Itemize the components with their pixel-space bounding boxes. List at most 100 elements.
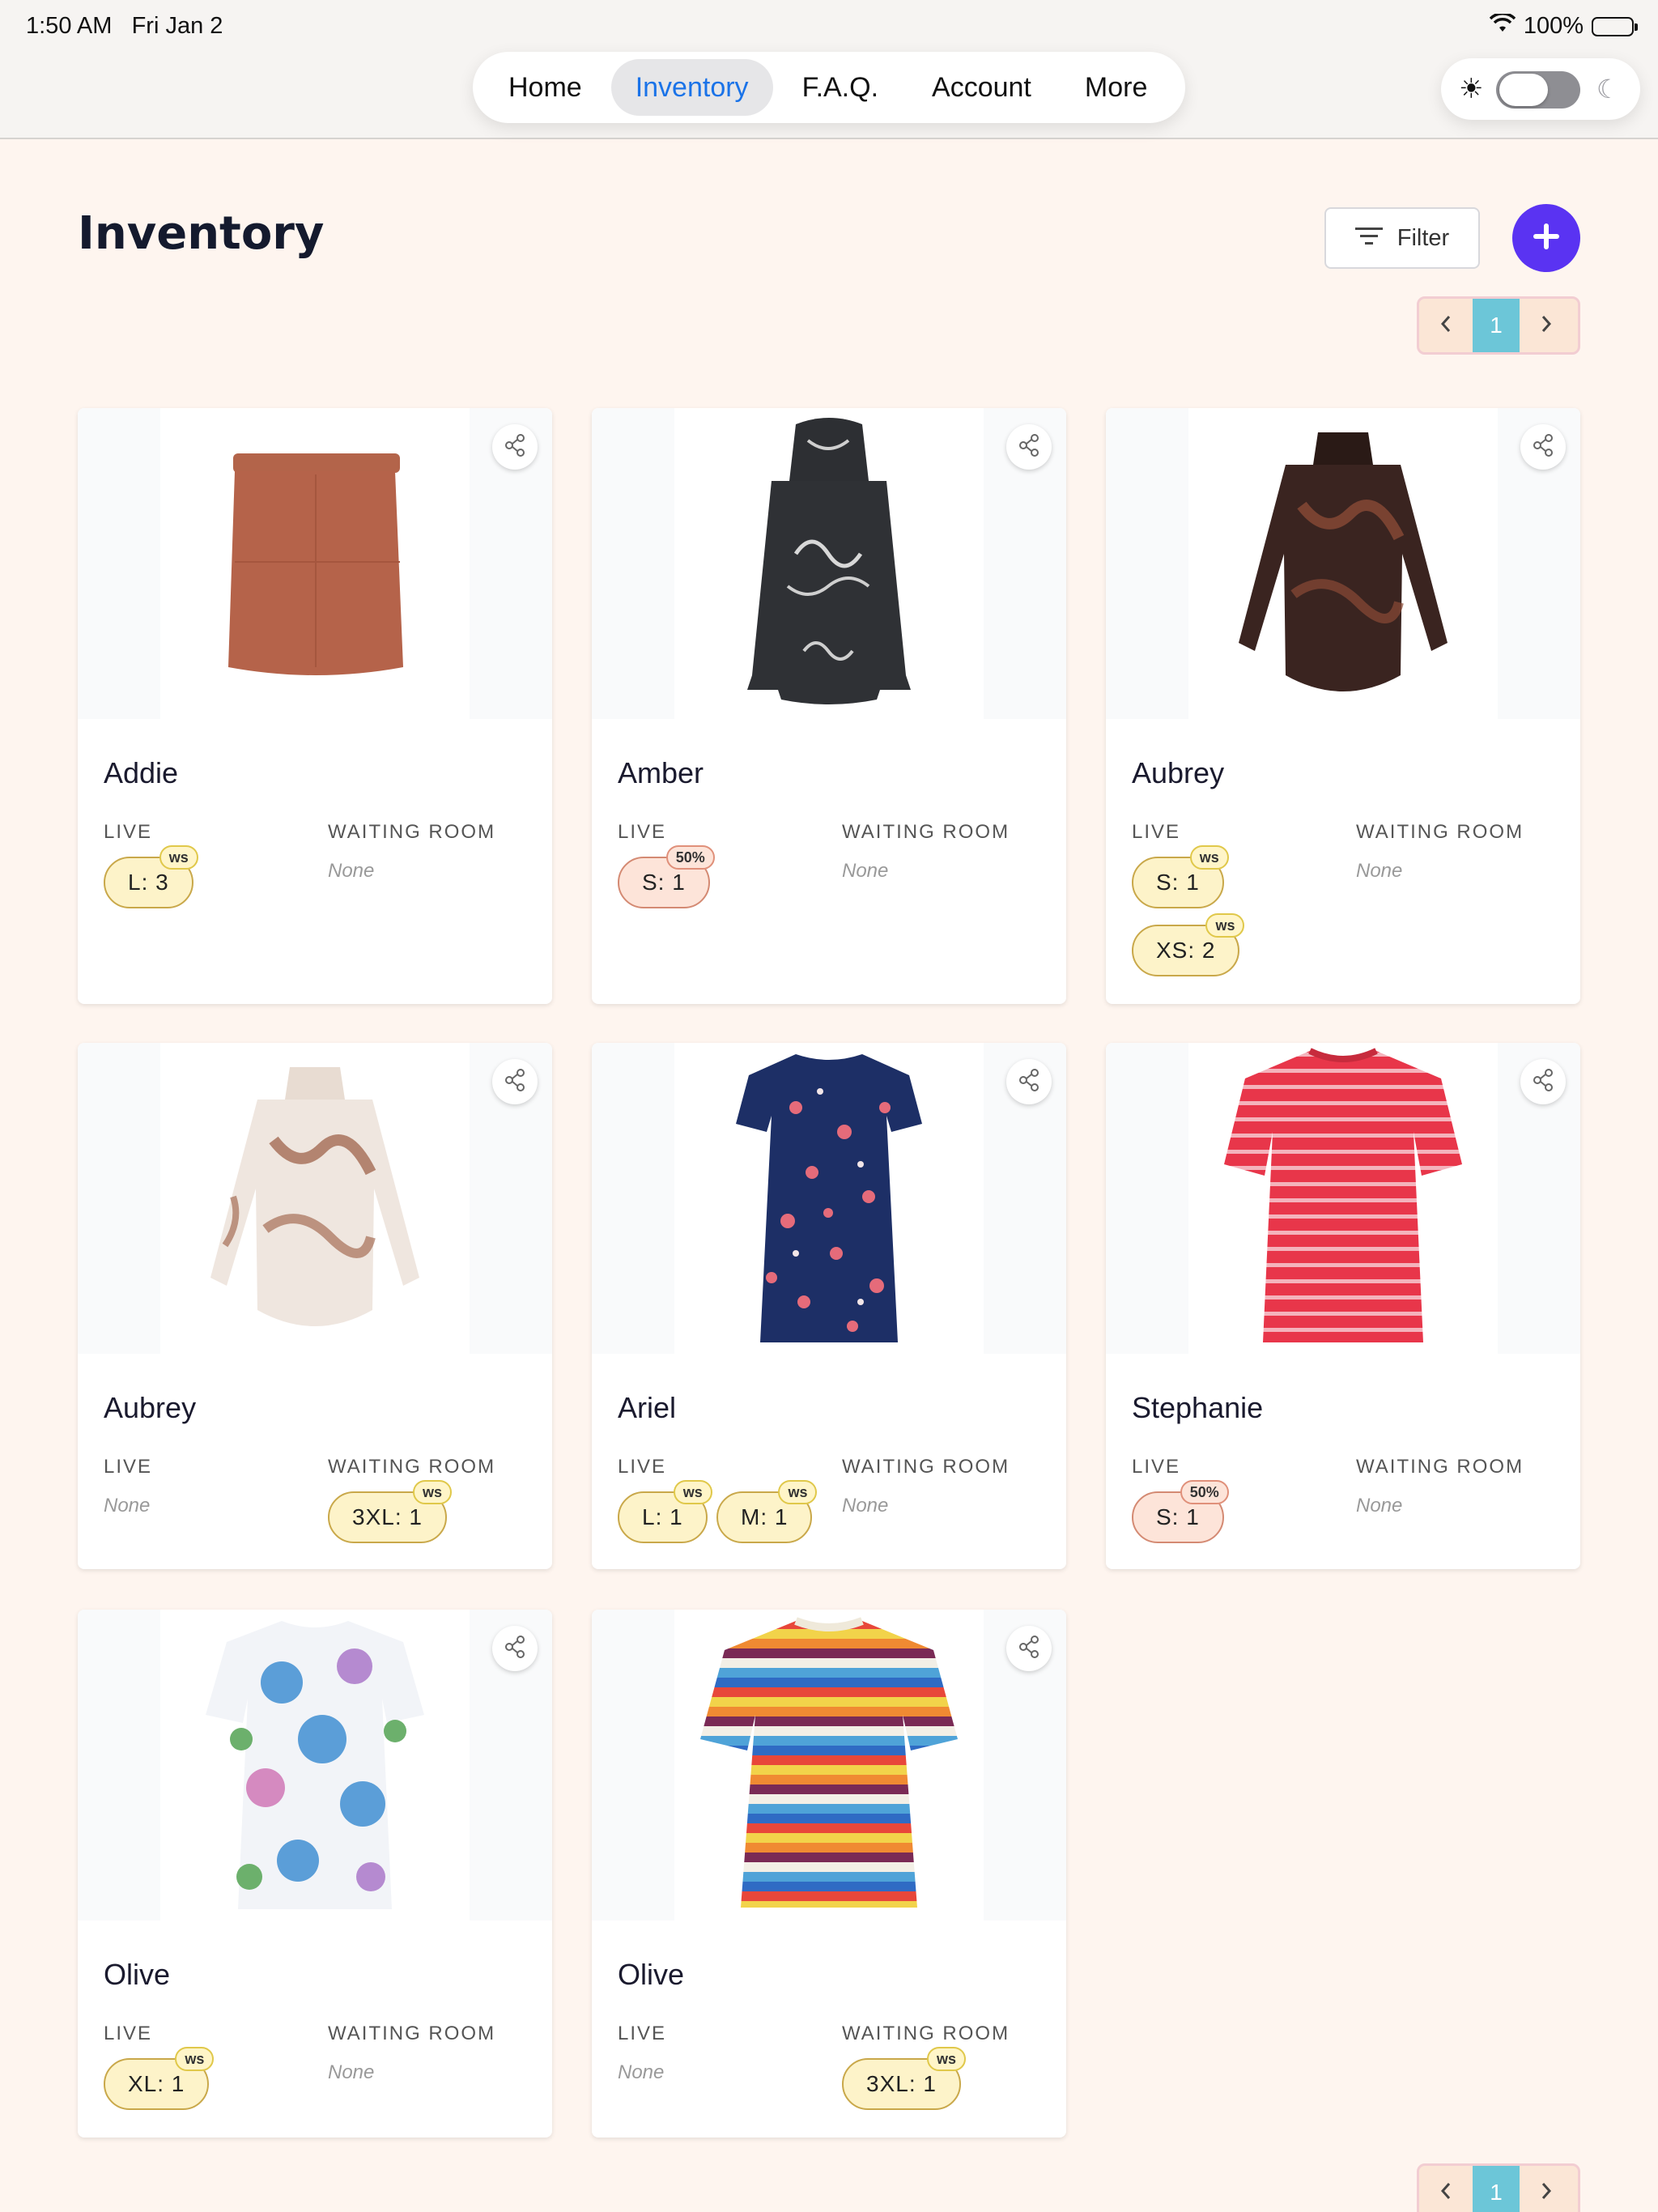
- theme-toggle[interactable]: ☀ ☾: [1441, 58, 1640, 120]
- product-card[interactable]: Stephanie LIVE WAITING ROOM S: 1 50% None: [1106, 1043, 1580, 1569]
- size-chip[interactable]: XL: 1 ws: [104, 2047, 215, 2110]
- live-label: LIVE: [104, 1456, 153, 1478]
- status-right: 100%: [1489, 12, 1638, 40]
- battery-icon: [1592, 16, 1638, 36]
- chevron-right-icon: [1540, 314, 1553, 337]
- size-chip[interactable]: S: 1 50%: [618, 845, 715, 908]
- nav-faq[interactable]: F.A.Q.: [778, 59, 903, 116]
- waiting-room-label: WAITING ROOM: [1356, 1456, 1524, 1478]
- product-image-area: [592, 1043, 1066, 1354]
- share-button[interactable]: [492, 424, 538, 470]
- prev-page-button[interactable]: [1419, 2166, 1473, 2212]
- wholesale-badge: ws: [159, 845, 198, 870]
- share-button[interactable]: [1520, 424, 1566, 470]
- discount-badge: 50%: [665, 845, 715, 870]
- next-page-button[interactable]: [1520, 299, 1573, 352]
- product-card[interactable]: Addie LIVE WAITING ROOM L: 3 ws None: [78, 408, 552, 1004]
- moon-icon: ☾: [1596, 74, 1620, 104]
- product-card[interactable]: Aubrey LIVE WAITING ROOM None 3XL: 1 ws: [78, 1043, 552, 1569]
- top-nav-bar: 1:50 AM Fri Jan 2 100% Home Inventory F.…: [0, 0, 1658, 139]
- waiting-room-label: WAITING ROOM: [328, 1456, 496, 1478]
- product-image: [674, 1043, 984, 1354]
- share-button[interactable]: [1006, 424, 1052, 470]
- product-name: Stephanie: [1132, 1391, 1264, 1424]
- share-icon: [1017, 433, 1041, 461]
- share-icon: [1017, 1068, 1041, 1095]
- waiting-room-label: WAITING ROOM: [1356, 821, 1524, 843]
- product-card[interactable]: Olive LIVE WAITING ROOM None 3XL: 1 ws: [592, 1610, 1066, 2138]
- size-chip[interactable]: 3XL: 1 ws: [328, 1480, 452, 1543]
- share-button[interactable]: [492, 1626, 538, 1671]
- wholesale-badge: ws: [1189, 845, 1229, 870]
- plus-icon: [1530, 220, 1562, 256]
- size-chip[interactable]: M: 1 ws: [716, 1480, 818, 1543]
- nav-account[interactable]: Account: [908, 59, 1056, 116]
- product-image-area: [1106, 1043, 1580, 1354]
- size-chip[interactable]: 3XL: 1 ws: [842, 2047, 966, 2110]
- wholesale-badge: ws: [175, 2047, 215, 2071]
- main-nav: Home Inventory F.A.Q. Account More: [473, 52, 1185, 123]
- chevron-left-icon: [1439, 2181, 1452, 2204]
- share-button[interactable]: [1006, 1059, 1052, 1104]
- product-name: Olive: [618, 1958, 685, 1991]
- share-button[interactable]: [1520, 1059, 1566, 1104]
- status-time-date: 1:50 AM Fri Jan 2: [26, 13, 223, 39]
- sun-icon: ☀: [1459, 73, 1484, 105]
- live-label: LIVE: [618, 1456, 667, 1478]
- live-label: LIVE: [104, 2023, 153, 2044]
- product-image-area: [78, 1043, 552, 1354]
- live-label: LIVE: [1132, 821, 1181, 843]
- product-name: Addie: [104, 756, 179, 789]
- nav-inventory[interactable]: Inventory: [610, 59, 773, 116]
- share-icon: [503, 1068, 527, 1095]
- product-name: Olive: [104, 1958, 171, 1991]
- nav-home[interactable]: Home: [484, 59, 606, 116]
- waiting-room-label: WAITING ROOM: [328, 2023, 496, 2044]
- waiting-none: None: [328, 2061, 375, 2083]
- add-item-button[interactable]: [1512, 204, 1580, 272]
- size-chip[interactable]: S: 1 50%: [1132, 1480, 1229, 1543]
- product-image: [160, 408, 470, 719]
- product-name: Ariel: [618, 1391, 677, 1424]
- waiting-none: None: [328, 860, 375, 882]
- product-card[interactable]: Amber LIVE WAITING ROOM S: 1 50% None: [592, 408, 1066, 1004]
- share-icon: [1531, 1068, 1555, 1095]
- product-card[interactable]: Ariel LIVE WAITING ROOM L: 1 ws M: 1 ws No…: [592, 1043, 1066, 1569]
- filter-button[interactable]: Filter: [1324, 207, 1480, 269]
- prev-page-button[interactable]: [1419, 299, 1473, 352]
- waiting-room-label: WAITING ROOM: [842, 1456, 1010, 1478]
- discount-badge: 50%: [1180, 1480, 1229, 1504]
- size-chip[interactable]: S: 1 ws: [1132, 845, 1229, 908]
- page-number-button[interactable]: 1: [1473, 299, 1520, 352]
- size-chip[interactable]: L: 3 ws: [104, 845, 198, 908]
- live-none: None: [618, 2061, 665, 2083]
- live-label: LIVE: [618, 821, 667, 843]
- product-image-area: [78, 1610, 552, 1921]
- product-name: Amber: [618, 756, 704, 789]
- product-image-area: [1106, 408, 1580, 719]
- size-chip[interactable]: XS: 2 ws: [1132, 913, 1245, 976]
- product-image-area: [592, 408, 1066, 719]
- share-button[interactable]: [492, 1059, 538, 1104]
- page-title: Inventory: [78, 207, 325, 260]
- filter-icon: [1354, 225, 1383, 252]
- product-image: [160, 1043, 470, 1354]
- wholesale-badge: ws: [778, 1480, 818, 1504]
- next-page-button[interactable]: [1520, 2166, 1573, 2212]
- product-card[interactable]: Aubrey LIVE WAITING ROOM S: 1 ws XS: 2 ws …: [1106, 408, 1580, 1004]
- chevron-left-icon: [1439, 314, 1452, 337]
- share-button[interactable]: [1006, 1626, 1052, 1671]
- wholesale-badge: ws: [412, 1480, 452, 1504]
- waiting-none: None: [1356, 1495, 1403, 1516]
- product-image: [674, 1610, 984, 1921]
- product-card[interactable]: Olive LIVE WAITING ROOM XL: 1 ws None: [78, 1610, 552, 2138]
- waiting-none: None: [842, 1495, 889, 1516]
- toggle-knob[interactable]: [1499, 74, 1548, 106]
- size-chip[interactable]: L: 1 ws: [618, 1480, 712, 1543]
- filter-label: Filter: [1397, 224, 1450, 251]
- page-number-button[interactable]: 1: [1473, 2166, 1520, 2212]
- nav-more[interactable]: More: [1061, 59, 1171, 116]
- pagination-top: 1: [1417, 296, 1580, 355]
- product-image-area: [592, 1610, 1066, 1921]
- pagination-bottom: 1: [1417, 2163, 1580, 2212]
